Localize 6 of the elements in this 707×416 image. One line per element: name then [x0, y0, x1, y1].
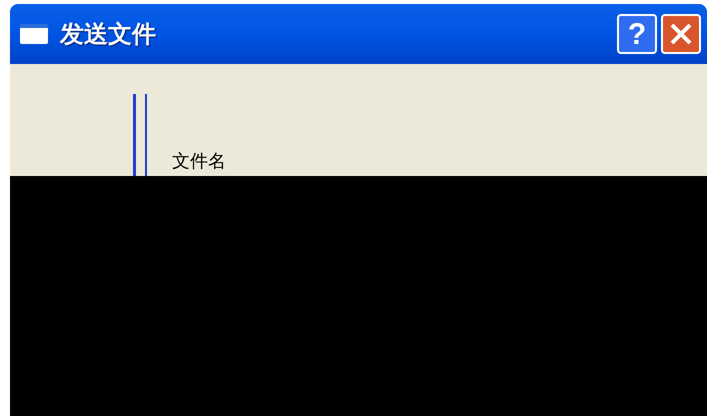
window-icon: [20, 24, 48, 44]
close-icon: [669, 22, 693, 46]
help-button[interactable]: ?: [617, 14, 657, 54]
close-button[interactable]: [661, 14, 701, 54]
window-title: 发送文件: [60, 19, 156, 50]
file-name-label: 文件名: [172, 152, 226, 172]
